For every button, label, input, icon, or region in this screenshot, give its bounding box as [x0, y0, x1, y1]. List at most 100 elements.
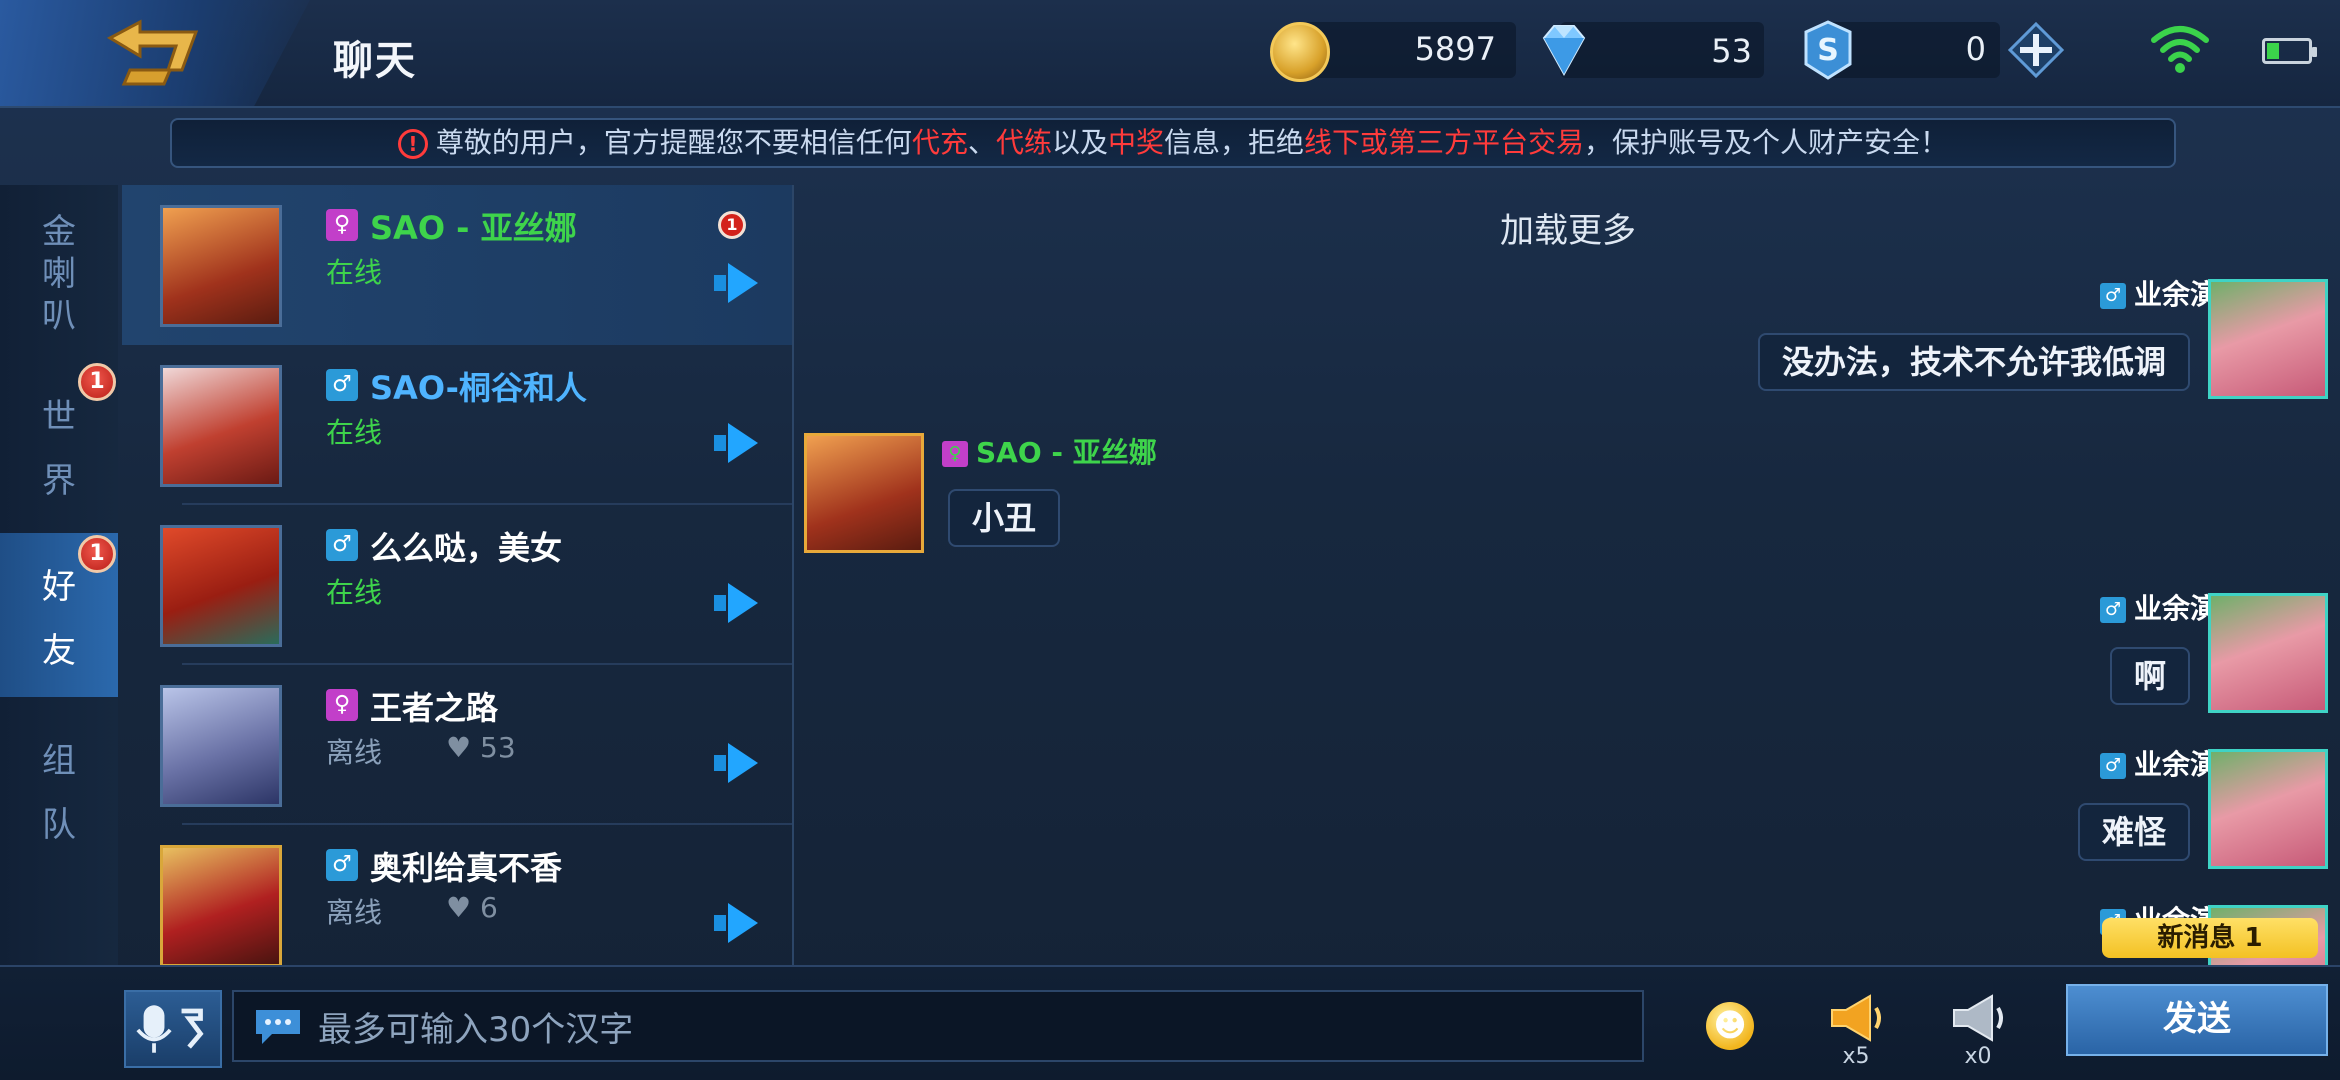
notice-text-4: 信息，拒绝 — [1164, 126, 1305, 159]
tab-horn-label-2: 喇 — [42, 254, 76, 294]
intimacy-value: 53 — [480, 731, 516, 764]
friend-status: 在线 — [326, 416, 383, 449]
friend-name: SAO - 亚丝娜 — [370, 209, 577, 247]
diamond-icon — [1542, 25, 1586, 77]
microphone-icon — [136, 1005, 204, 1053]
warning-icon: ! — [397, 129, 428, 159]
message-avatar[interactable] — [804, 433, 924, 553]
friend-item[interactable]: ♀ 王者之路 离线 ♥ 53 — [122, 665, 792, 825]
male-icon: ♂ — [326, 529, 358, 561]
heart-icon: ♥ — [446, 731, 481, 764]
panel-divider — [792, 185, 794, 965]
notice-text-2: 、 — [967, 126, 996, 159]
notice-text-1: 尊敬的用户，官方提醒您不要相信任何 — [435, 126, 912, 159]
coupon-amount: 0 — [1965, 30, 1986, 68]
friend-item[interactable]: ♂ SAO-桐谷和人 在线 — [122, 345, 792, 505]
chat-arrow-icon[interactable] — [712, 581, 764, 625]
sender-name: SAO - 亚丝娜 — [976, 436, 1157, 469]
new-message-button[interactable]: 新消息 1 — [2102, 918, 2318, 958]
tab-world[interactable]: 世 界 1 — [0, 363, 118, 523]
chat-input-field[interactable]: 最多可输入30个汉字 — [232, 990, 1644, 1062]
friend-avatar — [160, 205, 282, 327]
male-icon: ♂ — [2099, 597, 2126, 623]
tab-horn-label-1: 金 — [42, 212, 76, 252]
tab-friends-label-2: 友 — [42, 631, 76, 671]
message-bubble: 没办法，技术不允许我低调 — [1757, 333, 2190, 391]
battery-icon — [2262, 38, 2317, 64]
notice-highlight-1: 代充 — [911, 126, 968, 159]
male-icon: ♂ — [2099, 753, 2126, 779]
notice-highlight-2: 代练 — [995, 126, 1052, 159]
friend-item[interactable]: ♂ 么么哒，美女 在线 — [122, 505, 792, 665]
gold-coin-icon — [1270, 22, 1330, 82]
chat-arrow-icon[interactable] — [712, 261, 764, 305]
message-avatar[interactable] — [2208, 279, 2328, 399]
male-icon: ♂ — [326, 849, 358, 881]
female-icon: ♀ — [942, 441, 968, 467]
svg-text:S: S — [1817, 33, 1839, 68]
intimacy-value: 6 — [480, 891, 498, 924]
load-more-button[interactable]: 加载更多 — [796, 203, 2340, 252]
friend-item[interactable]: ♂ 奥利给真不香 离线 ♥ 6 — [122, 825, 792, 965]
smile-icon: ☻ — [1713, 1006, 1747, 1044]
emoji-button[interactable]: ☻ — [1706, 1002, 1754, 1050]
tab-team-label-2: 队 — [42, 805, 76, 845]
friend-status: 在线 — [326, 256, 383, 289]
message-avatar[interactable] — [2208, 593, 2328, 713]
tab-friends[interactable]: 好 友 1 — [0, 533, 118, 697]
friend-status: 离线 — [326, 896, 383, 929]
page-title: 聊天 — [333, 38, 417, 84]
voice-input-button[interactable] — [124, 990, 222, 1068]
chat-bubble-icon — [256, 1010, 300, 1044]
silver-horn-icon[interactable] — [1948, 992, 2008, 1044]
chat-area[interactable]: 加载更多 ♂ 业余演员 没办法，技术不允许我低调 ♀ SAO - 亚丝娜 小丑 ♂ 业… — [796, 185, 2340, 965]
friend-avatar — [160, 525, 282, 647]
friend-name: 王者之路 — [370, 689, 499, 727]
friend-list: ♀ SAO - 亚丝娜 在线 1 ♂ SAO-桐谷和人 在线 ♂ 么么哒，美女 … — [122, 185, 792, 965]
female-icon: ♀ — [326, 689, 358, 721]
anti-fraud-notice: ! 尊敬的用户，官方提醒您不要相信任何代充、代练以及中奖信息，拒绝线下或第三方平台… — [170, 118, 2176, 168]
channel-tabs: 金 喇 叭 世 界 1 好 友 1 组 队 — [0, 185, 118, 1080]
friend-avatar — [160, 365, 282, 487]
gold-horn-count: x5 — [1842, 1044, 1870, 1069]
back-arrow-icon[interactable] — [100, 18, 210, 88]
message-avatar[interactable] — [2208, 749, 2328, 869]
friend-status: 离线 — [326, 736, 383, 769]
message-sender: ♀ SAO - 亚丝娜 — [942, 431, 1157, 471]
male-icon: ♂ — [326, 369, 358, 401]
friend-avatar — [160, 845, 282, 965]
male-icon: ♂ — [2099, 283, 2126, 309]
gold-horn-icon[interactable] — [1826, 992, 1886, 1044]
notice-text-3: 以及 — [1051, 126, 1108, 159]
intimacy: ♥ 53 — [446, 731, 516, 764]
diamond-amount: 53 — [1711, 32, 1752, 70]
silver-horn-count: x0 — [1964, 1044, 1992, 1069]
tab-friends-badge: 1 — [78, 535, 116, 573]
unread-badge: 1 — [718, 211, 746, 239]
tab-team[interactable]: 组 队 — [0, 707, 118, 875]
add-currency-button[interactable] — [2008, 22, 2064, 78]
tab-world-label-2: 界 — [42, 461, 76, 501]
chat-arrow-icon[interactable] — [712, 901, 764, 945]
tab-team-label-1: 组 — [42, 741, 76, 781]
friend-name: 么么哒，美女 — [370, 529, 563, 567]
friend-item[interactable]: ♀ SAO - 亚丝娜 在线 1 — [122, 185, 792, 345]
notice-text-5: ，保护账号及个人财产安全！ — [1584, 126, 1949, 159]
friend-name: SAO-桐谷和人 — [370, 369, 587, 407]
message-bubble: 难怪 — [2077, 803, 2190, 861]
heart-icon: ♥ — [446, 891, 481, 924]
wifi-icon — [2151, 26, 2209, 73]
notice-highlight-3: 中奖 — [1108, 126, 1165, 159]
gold-amount: 5897 — [1414, 30, 1496, 68]
coupon-icon: S — [1804, 20, 1852, 80]
tab-horn[interactable]: 金 喇 叭 — [0, 203, 118, 353]
intimacy: ♥ 6 — [446, 891, 498, 924]
message-bubble: 小丑 — [948, 489, 1061, 547]
notice-highlight-4: 线下或第三方平台交易 — [1304, 126, 1585, 159]
friend-name: 奥利给真不香 — [370, 849, 563, 887]
female-icon: ♀ — [326, 209, 358, 241]
chat-arrow-icon[interactable] — [712, 421, 764, 465]
chat-arrow-icon[interactable] — [712, 741, 764, 785]
chat-input-placeholder: 最多可输入30个汉字 — [318, 1009, 634, 1050]
send-button[interactable]: 发送 — [2066, 984, 2328, 1056]
